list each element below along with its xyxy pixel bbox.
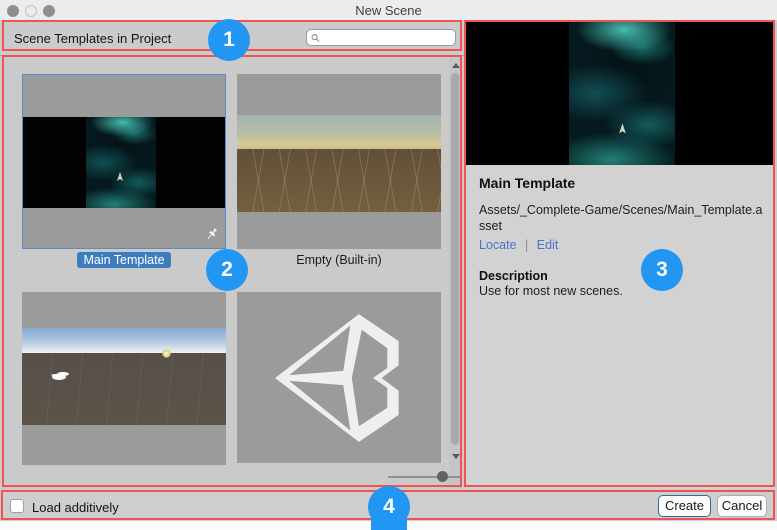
annotation-marker-3: 3 (641, 249, 683, 291)
unity-logo-icon (268, 307, 410, 449)
load-additively-label: Load additively (32, 500, 119, 515)
thumbnail-sky (237, 115, 441, 149)
nebula-image (86, 117, 156, 208)
load-additively-checkbox[interactable] (10, 499, 24, 513)
pin-icon[interactable] (204, 227, 219, 242)
template-details-panel: Main Template Assets/_Complete-Game/Scen… (466, 21, 775, 489)
template-details: Main Template Assets/_Complete-Game/Scen… (466, 165, 775, 298)
grid-scrollbar[interactable] (449, 57, 462, 488)
template-search-field[interactable] (306, 29, 456, 46)
locate-link[interactable]: Locate (479, 238, 517, 252)
annotation-marker-4: 4 (368, 486, 410, 528)
new-scene-dialog: New Scene Scene Templates in Project (0, 0, 777, 530)
main-template-thumbnail (23, 117, 225, 208)
scroll-down-icon[interactable] (452, 454, 460, 459)
spaceship-sprite (116, 172, 124, 182)
search-input[interactable] (323, 31, 451, 44)
cancel-button[interactable]: Cancel (717, 495, 767, 517)
details-links-row: Locate | Edit (479, 238, 762, 252)
cloud-sprite (52, 374, 66, 380)
asset-path: Assets/_Complete-Game/Scenes/Main_Templa… (479, 202, 767, 235)
description-text: Use for most new scenes. (479, 284, 762, 298)
thumbnail-ground-grid (237, 149, 441, 212)
window-title: New Scene (0, 3, 777, 18)
annotation-marker-2: 2 (206, 249, 248, 291)
template-preview-image (466, 21, 775, 165)
annotation-marker-1: 1 (208, 19, 250, 61)
details-title: Main Template (479, 175, 762, 191)
template-label-row: Empty (Built-in) (237, 253, 441, 267)
template-card-empty-builtin[interactable] (237, 74, 441, 249)
template-name-selected[interactable]: Main Template (77, 252, 170, 268)
spaceship-sprite (618, 123, 627, 135)
horizon-scene-thumbnail (22, 328, 226, 425)
empty-builtin-thumbnail (237, 115, 441, 212)
window-titlebar: New Scene (0, 0, 777, 21)
template-card-unity-logo[interactable] (237, 292, 441, 463)
scroll-up-icon[interactable] (452, 63, 460, 68)
description-heading: Description (479, 269, 762, 283)
thumbnail-size-slider-track[interactable] (388, 476, 462, 478)
create-button[interactable]: Create (658, 495, 711, 517)
link-separator: | (525, 238, 528, 252)
template-card-horizon-scene[interactable] (22, 292, 226, 465)
nebula-image (569, 21, 675, 165)
sun-gizmo (162, 349, 171, 358)
template-label-row: Main Template (22, 253, 226, 267)
thumbnail-ground (22, 353, 226, 425)
edit-link[interactable]: Edit (537, 238, 559, 252)
scene-templates-header-label: Scene Templates in Project (14, 31, 171, 46)
scrollbar-thumb[interactable] (451, 73, 459, 445)
thumbnail-sky (22, 328, 226, 353)
template-card-main-template[interactable] (22, 74, 226, 249)
thumbnail-size-slider-knob[interactable] (437, 471, 448, 482)
search-icon (311, 33, 320, 43)
template-name[interactable]: Empty (Built-in) (296, 253, 381, 267)
